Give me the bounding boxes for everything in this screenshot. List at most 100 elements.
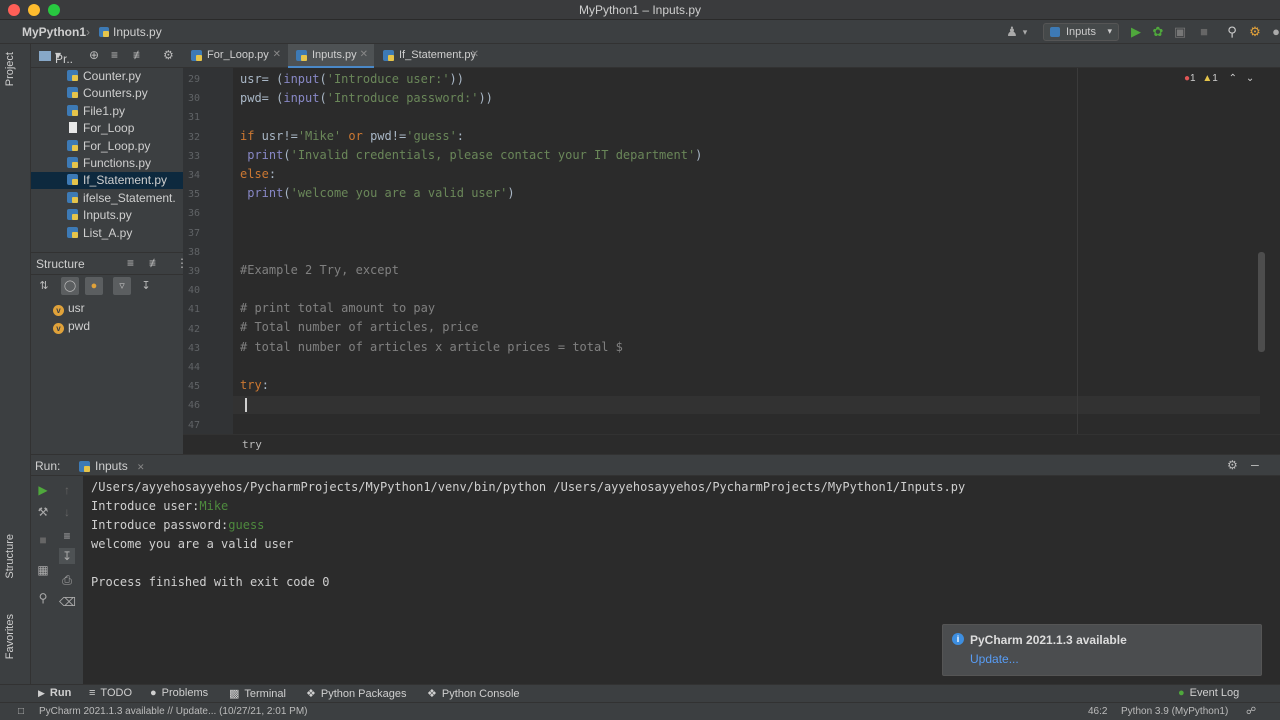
interpreter-selector[interactable]: Python 3.9 (MyPython1) bbox=[1121, 706, 1228, 717]
chevron-down-icon[interactable]: ▾ bbox=[1017, 24, 1033, 40]
sort-alpha-icon[interactable]: ⇅ bbox=[35, 277, 53, 295]
code-line-39: #Example 2 Try, except bbox=[240, 263, 399, 277]
close-tab-icon[interactable]: ✕ bbox=[360, 49, 368, 60]
collapse-all-icon[interactable]: ≢ bbox=[133, 48, 145, 62]
structure-filter-toolbar: ⇅ ◯ ● ▿ ↧ bbox=[31, 275, 183, 297]
file-item[interactable]: For_Loop.py bbox=[31, 138, 183, 155]
soft-wrap-icon[interactable]: ≡ bbox=[59, 528, 75, 544]
expand-all-icon[interactable]: ≡ bbox=[127, 256, 134, 270]
structure-tool-tab[interactable]: Structure bbox=[4, 534, 16, 579]
project-view-select[interactable]: Pr.. ▾ bbox=[55, 48, 73, 66]
code-line-35: print('welcome you are a valid user') bbox=[247, 186, 515, 200]
next-highlight-icon[interactable]: ⌄ bbox=[1246, 73, 1254, 84]
debug-icon[interactable]: ✿ bbox=[1150, 24, 1166, 40]
structure-panel: Structure ≡ ≢ ⋮ ⇅ ◯ ● ▿ ↧ v usr v pwd bbox=[31, 252, 188, 456]
status-bar: □ PyCharm 2021.1.3 available // Update..… bbox=[0, 702, 1280, 720]
update-notification[interactable]: i PyCharm 2021.1.3 available Update... bbox=[942, 624, 1262, 676]
breadcrumb-file[interactable]: Inputs.py bbox=[98, 25, 162, 39]
filter-icon[interactable]: ▿ bbox=[113, 277, 131, 295]
event-log-button[interactable]: ● Event Log bbox=[1178, 687, 1239, 699]
warning-icon: ▲ bbox=[1202, 73, 1213, 84]
run-panel-label: Run: bbox=[35, 459, 61, 473]
show-fields-icon[interactable]: ◯ bbox=[61, 277, 79, 295]
code-editor[interactable] bbox=[233, 68, 1280, 434]
run-configuration-select[interactable]: Inputs ▾ bbox=[1043, 23, 1119, 41]
locate-file-icon[interactable]: ⊕ bbox=[89, 48, 99, 62]
autoscroll-icon[interactable]: ↧ bbox=[137, 277, 155, 295]
print-icon[interactable]: ⎙ bbox=[59, 572, 75, 588]
tab-inputs[interactable]: Inputs.py ✕ bbox=[288, 44, 374, 68]
search-icon[interactable]: ⚲ bbox=[1224, 24, 1240, 40]
structure-item-usr[interactable]: v usr bbox=[53, 301, 85, 316]
python-file-icon bbox=[67, 226, 78, 238]
python-packages-tool-button[interactable]: ❖ Python Packages bbox=[306, 687, 407, 700]
run-tab-inputs[interactable]: Inputs ✕ bbox=[77, 457, 151, 475]
inspection-widget[interactable]: ●1 ▲1 ⌃ ⌄ bbox=[1184, 73, 1254, 84]
file-item[interactable]: Inputs.py bbox=[31, 207, 183, 224]
favorites-tool-tab[interactable]: Favorites bbox=[4, 614, 16, 659]
stop-icon[interactable]: ■ bbox=[35, 532, 51, 548]
settings-gear-icon[interactable]: ⚙ bbox=[163, 48, 174, 62]
line-number: 31 bbox=[187, 112, 200, 124]
trash-icon[interactable]: ⌫ bbox=[59, 594, 76, 610]
settings-gear-icon[interactable]: ⚙ bbox=[1227, 458, 1238, 472]
file-item[interactable]: For_Loop bbox=[31, 120, 183, 137]
lock-icon[interactable]: ☍ bbox=[1246, 706, 1256, 717]
tab-if-statement[interactable]: If_Statement.py ✕ bbox=[375, 44, 485, 68]
file-item[interactable]: Counters.py bbox=[31, 85, 183, 102]
pin-icon[interactable]: ⚲ bbox=[35, 590, 51, 606]
update-link[interactable]: Update... bbox=[970, 652, 1019, 666]
file-item[interactable]: If_Statement.py bbox=[31, 172, 183, 190]
run-tool-button[interactable]: ▶ Run bbox=[38, 687, 71, 699]
toggle-tool-windows-icon[interactable]: □ bbox=[18, 706, 24, 717]
settings-gear-icon[interactable]: ⚙ bbox=[1247, 24, 1263, 40]
wrench-icon[interactable]: ⚒ bbox=[35, 504, 51, 520]
layout-icon[interactable]: ▦ bbox=[35, 562, 51, 578]
file-item[interactable]: File1.py bbox=[31, 103, 183, 120]
structure-item-pwd[interactable]: v pwd bbox=[53, 319, 90, 334]
scroll-down-icon[interactable]: ↓ bbox=[59, 504, 75, 520]
line-number: 40 bbox=[187, 285, 200, 297]
terminal-tool-button[interactable]: ▩ Terminal bbox=[229, 687, 286, 700]
left-tool-stripe: Project Structure Favorites bbox=[0, 44, 31, 684]
close-tab-icon[interactable]: ✕ bbox=[471, 49, 479, 60]
run-panel-header: Run: Inputs ✕ ⚙ – bbox=[31, 454, 1280, 476]
scroll-to-end-icon[interactable]: ↧ bbox=[59, 548, 75, 564]
code-breadcrumb[interactable]: try bbox=[242, 438, 262, 451]
problems-tool-button[interactable]: ● Problems bbox=[150, 687, 208, 699]
file-item[interactable]: List_A.py bbox=[31, 225, 183, 242]
coverage-icon[interactable]: ▣ bbox=[1172, 24, 1188, 40]
code-line-45: try: bbox=[240, 378, 269, 392]
python-console-tool-button[interactable]: ❖ Python Console bbox=[427, 687, 520, 700]
tab-for-loop[interactable]: For_Loop.py ✕ bbox=[183, 44, 287, 68]
file-item[interactable]: ifelse_Statement. bbox=[31, 190, 183, 207]
play-icon: ▶ bbox=[38, 688, 45, 698]
file-item[interactable]: Functions.py bbox=[31, 155, 183, 172]
previous-highlight-icon[interactable]: ⌃ bbox=[1229, 73, 1237, 84]
rerun-icon[interactable]: ▶ bbox=[35, 482, 51, 498]
caret-position[interactable]: 46:2 bbox=[1088, 706, 1107, 717]
stop-icon[interactable]: ■ bbox=[1196, 24, 1212, 40]
todo-tool-button[interactable]: ≡ TODO bbox=[89, 687, 132, 699]
more-icon[interactable]: ● bbox=[1268, 24, 1280, 40]
project-panel: Pr.. ▾ ⊕ ≡ ≢ ⚙ Counter.py Counters.py File1… bbox=[31, 44, 183, 252]
text-caret bbox=[245, 398, 247, 412]
code-line-43: # total number of articles x article pri… bbox=[240, 340, 623, 354]
scroll-up-icon[interactable]: ↑ bbox=[59, 482, 75, 498]
show-inherited-icon[interactable]: ● bbox=[85, 277, 103, 295]
status-message[interactable]: PyCharm 2021.1.3 available // Update... … bbox=[39, 706, 308, 717]
editor-scrollbar[interactable] bbox=[1258, 252, 1265, 352]
file-item[interactable]: Counter.py bbox=[31, 68, 183, 85]
close-tab-icon[interactable]: ✕ bbox=[273, 49, 281, 60]
python-file-icon bbox=[67, 209, 78, 221]
collapse-all-icon[interactable]: ≢ bbox=[149, 256, 161, 270]
breadcrumb-project[interactable]: MyPython1 bbox=[22, 25, 86, 39]
expand-all-icon[interactable]: ≡ bbox=[111, 48, 118, 62]
line-number: 44 bbox=[187, 362, 200, 373]
line-number: 41 bbox=[187, 304, 200, 316]
run-icon[interactable]: ▶ bbox=[1128, 24, 1144, 40]
code-line-41: # print total amount to pay bbox=[240, 301, 436, 315]
hide-panel-icon[interactable]: – bbox=[1251, 456, 1259, 472]
close-tab-icon[interactable]: ✕ bbox=[137, 462, 145, 472]
project-tool-tab[interactable]: Project bbox=[4, 52, 16, 86]
